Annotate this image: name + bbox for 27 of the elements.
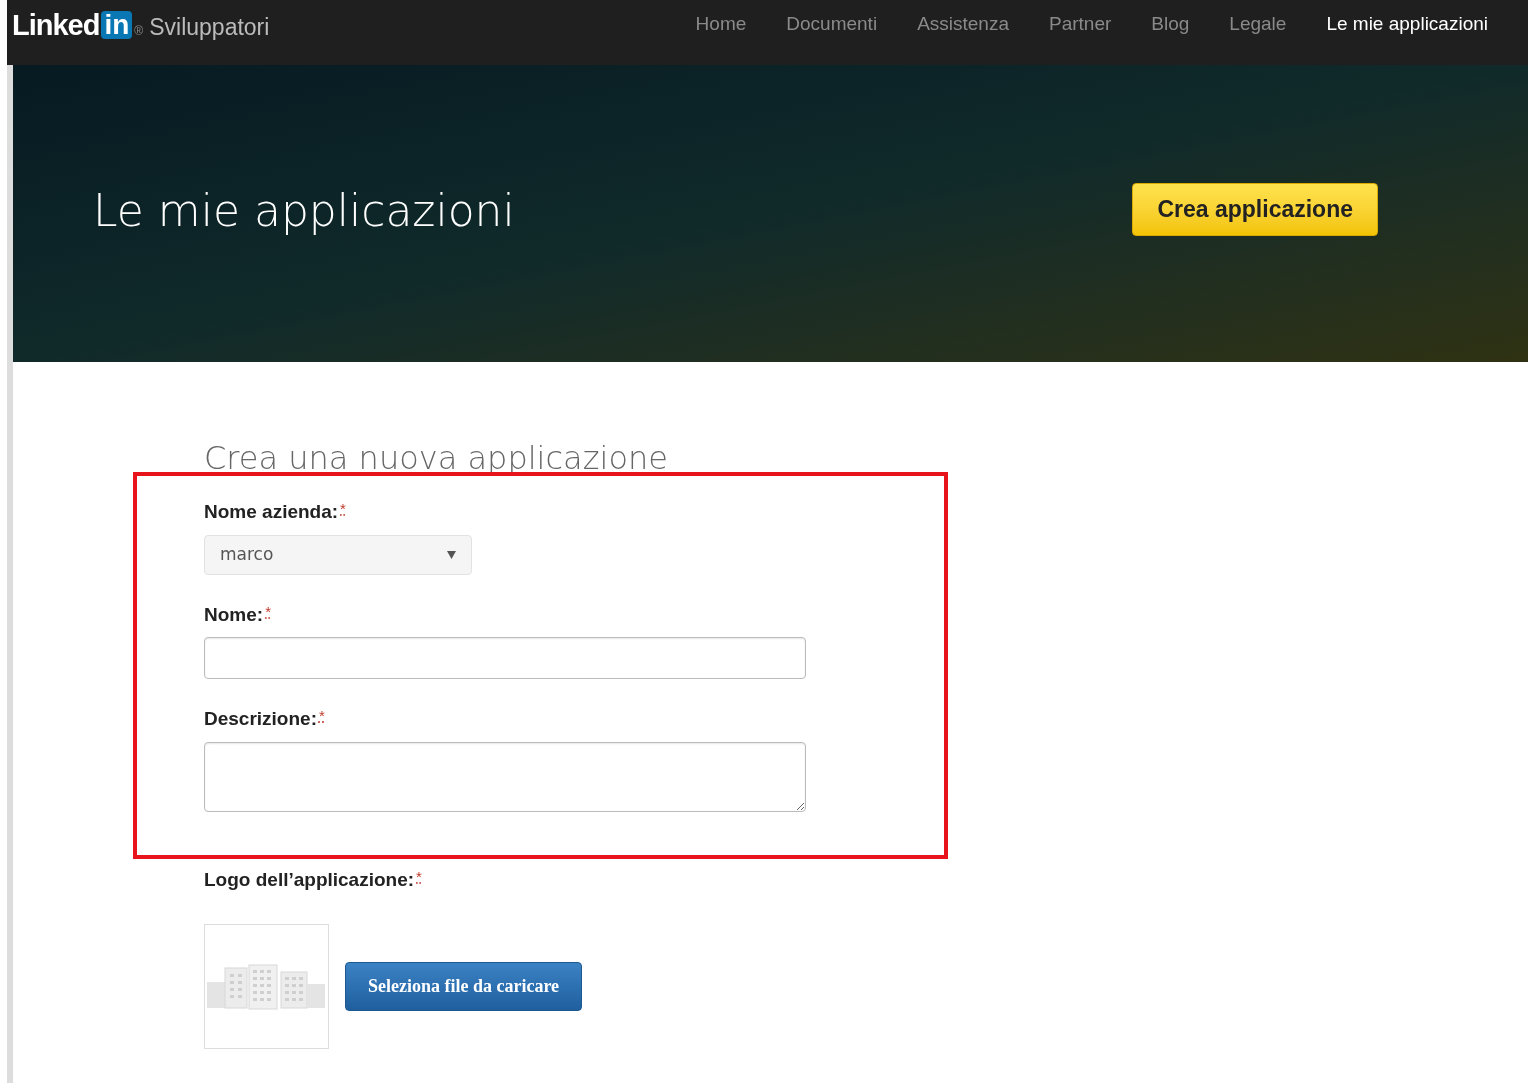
field-label: Logo dell’applicazione: (204, 867, 415, 892)
description-input-field[interactable] (204, 741, 806, 812)
logo-text: Linked (12, 10, 100, 40)
company-select[interactable]: marco (204, 534, 472, 575)
page-title: Le mie applicazioni (93, 183, 515, 238)
nav-link[interactable]: Home (695, 10, 747, 39)
field-label: Nome azienda: (204, 500, 339, 524)
nav-link[interactable]: Partner (1049, 10, 1112, 39)
nav-link[interactable]: Blog (1151, 10, 1190, 39)
nav-link[interactable]: Le mie applicazioni (1326, 10, 1488, 39)
field-label: Descrizione: (204, 707, 317, 731)
required-asterisk: * (319, 706, 325, 726)
nav-link[interactable]: Documenti (786, 10, 878, 39)
site-name: Sviluppatori (149, 13, 270, 42)
required-asterisk: * (340, 499, 346, 519)
logo-badge: in (101, 11, 133, 40)
required-asterisk: * (265, 601, 271, 622)
create-app-button[interactable]: Crea applicazione (1132, 183, 1378, 236)
name-input-field[interactable] (204, 637, 806, 679)
form-title: Crea una nuova applicazione (204, 442, 669, 474)
nav-link[interactable]: Legale (1229, 10, 1287, 39)
dropdown-caret-icon (447, 550, 456, 559)
field-label: Nome: (204, 602, 264, 627)
registered-mark: ® (134, 23, 144, 41)
nav-link[interactable]: Assistenza (917, 10, 1009, 39)
upload-file-button[interactable]: Seleziona file da caricare (345, 962, 583, 1011)
required-asterisk: * (416, 866, 422, 887)
